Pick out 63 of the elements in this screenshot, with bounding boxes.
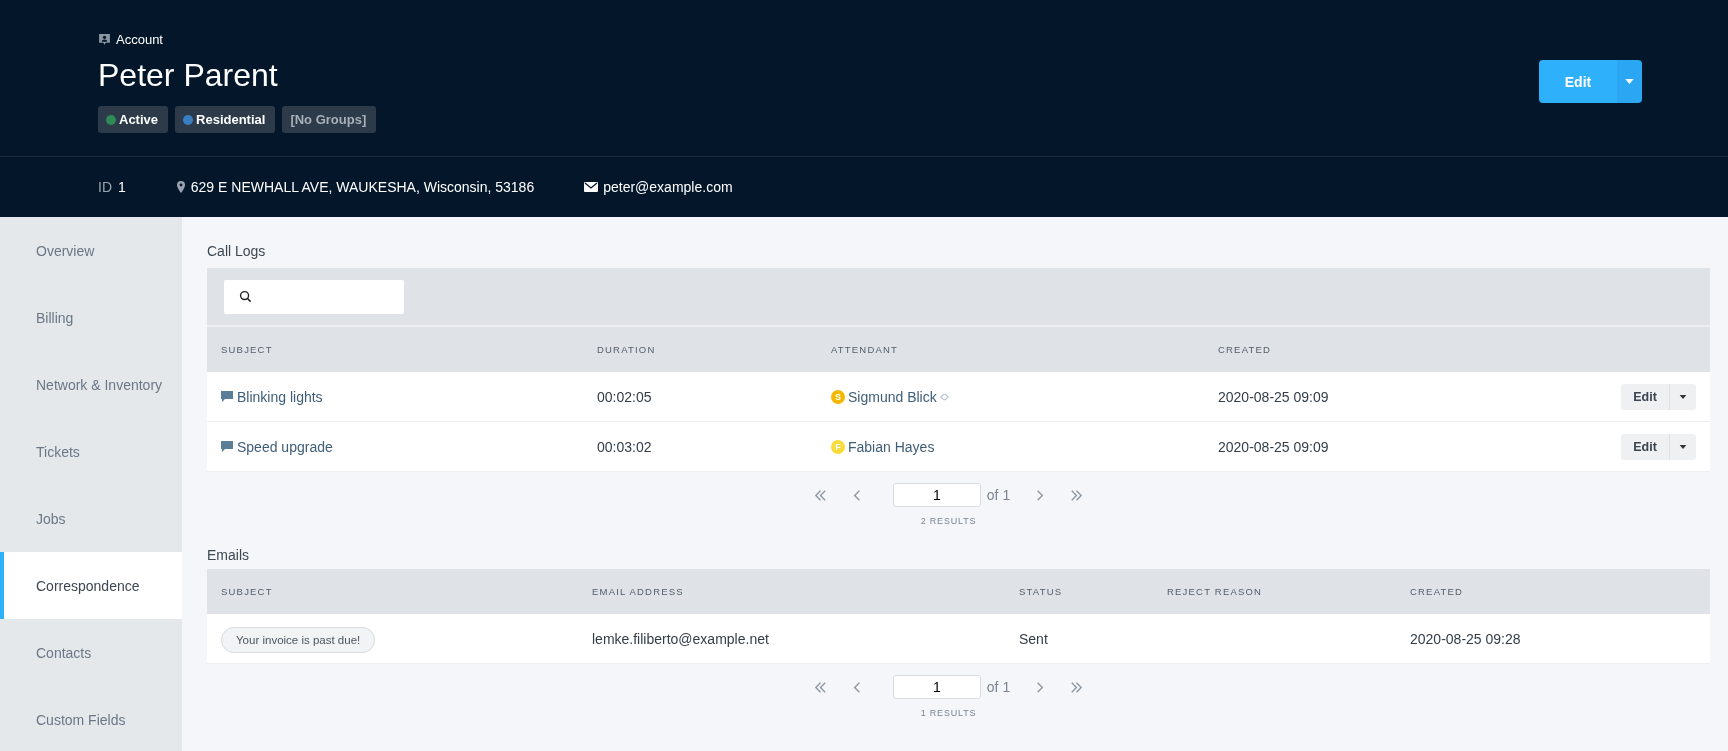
location-pin-icon (175, 181, 186, 193)
id-value: 1 (118, 179, 126, 195)
caret-icon (1625, 79, 1634, 84)
column-header: SUBJECT (221, 586, 274, 597)
caret-icon (1679, 394, 1687, 399)
tag-label: [No Groups] (290, 112, 367, 127)
column-header: EMAIL ADDRESS (592, 586, 685, 597)
section-title: Call Logs (207, 242, 267, 261)
speech-bubble-icon (221, 441, 233, 452)
account-name: Peter Parent (98, 57, 279, 94)
column-header: SUBJECT (221, 344, 274, 355)
sidebar-item[interactable]: Correspondence (0, 552, 182, 619)
sidebar-item[interactable]: Network & Inventory (0, 351, 182, 418)
sidebar-item[interactable]: Custom Fields (0, 686, 182, 751)
column-header: DURATION (597, 344, 657, 355)
avatar-initial: F (831, 439, 845, 454)
tag-label: Active (119, 112, 159, 127)
email-subject-pill[interactable]: Your invoice is past due! (221, 626, 376, 653)
sidebar-item[interactable]: Billing (0, 284, 182, 351)
search-icon (239, 290, 252, 303)
table-cell-text: 00:03:02 (597, 438, 653, 455)
attendant-name: Sigmund Blick (848, 388, 937, 405)
column-header: STATUS (1019, 586, 1064, 597)
row-edit-button[interactable]: Edit (1621, 433, 1670, 460)
avatar-initial: S (831, 389, 845, 404)
edit-menu-button[interactable] (1617, 60, 1642, 103)
caret-icon (1679, 444, 1687, 449)
sidebar-item[interactable]: Contacts (0, 619, 182, 686)
section-title: Emails (207, 546, 250, 565)
call-subject-link[interactable]: Blinking lights (237, 388, 323, 405)
table-cell-text: 2020-08-25 09:09 (1218, 388, 1330, 405)
row-menu-button[interactable] (1670, 433, 1696, 460)
table-cell-text: 00:02:05 (597, 388, 653, 405)
page-input[interactable]: 1 (892, 483, 981, 507)
speech-bubble-icon (221, 391, 233, 402)
table-cell-text: 2020-08-25 09:09 (1218, 438, 1330, 455)
results-count: 2 RESULTS (920, 516, 977, 526)
column-header: REJECT REASON (1167, 586, 1264, 597)
table-cell-text: lemke.filiberto@example.net (592, 630, 770, 647)
account-icon (98, 33, 111, 46)
page-input[interactable]: 1 (892, 675, 981, 699)
sidebar-item[interactable]: Overview (0, 217, 182, 284)
sidebar-item[interactable]: Tickets (0, 418, 182, 485)
breadcrumb-label: Account (116, 32, 163, 47)
row-edit-button[interactable]: Edit (1621, 383, 1670, 410)
email-text: peter@example.com (603, 179, 733, 195)
page-count: of 1 (986, 679, 1011, 695)
attendant-name: Fabian Hayes (848, 438, 935, 455)
address-text: 629 E NEWHALL AVE, WAUKESHA, Wisconsin, 53186 (190, 179, 535, 195)
call-subject-link[interactable]: Speed upgrade (237, 438, 333, 455)
column-header: CREATED (1218, 344, 1273, 355)
column-header: CREATED (1410, 586, 1465, 597)
table-cell-text: Sent (1019, 630, 1049, 647)
page-count: of 1 (986, 487, 1011, 503)
row-menu-button[interactable] (1670, 383, 1696, 410)
tag-label: Residential (196, 112, 266, 127)
id-label: ID (98, 179, 112, 195)
sidebar-item[interactable]: Jobs (0, 485, 182, 552)
search-field[interactable] (224, 279, 404, 314)
column-header: ATTENDANT (831, 344, 900, 355)
table-cell-text: 2020-08-25 09:28 (1410, 630, 1522, 647)
results-count: 1 RESULTS (920, 708, 977, 718)
envelope-icon (584, 182, 599, 192)
